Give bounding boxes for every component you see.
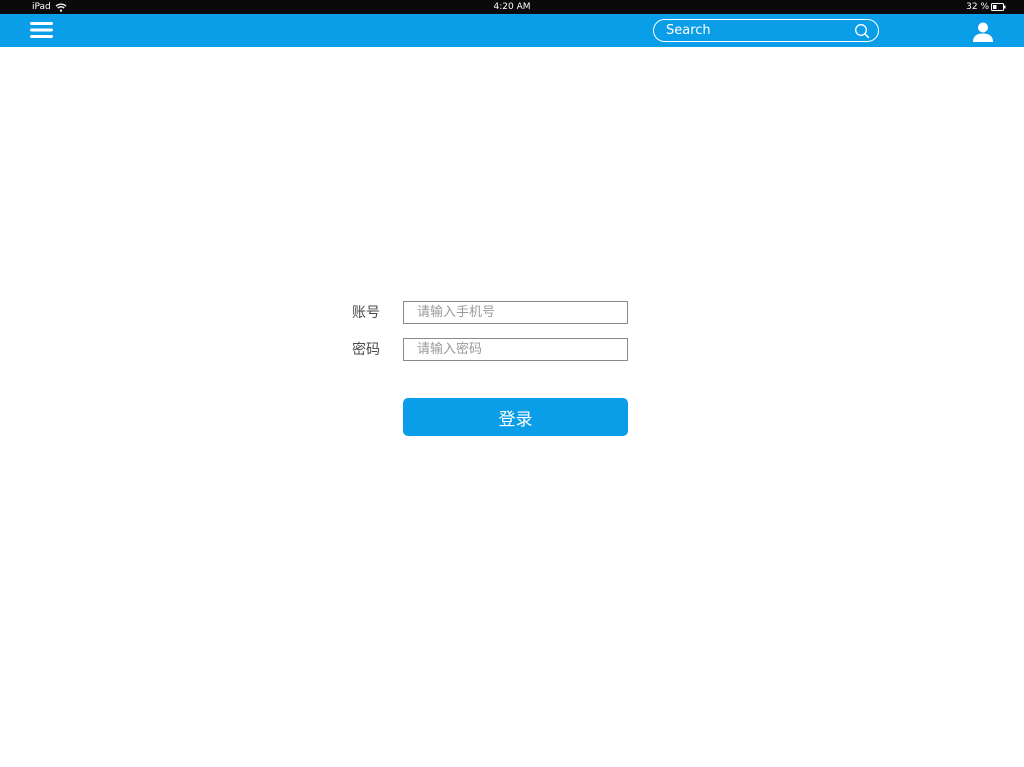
hamburger-menu-icon[interactable] — [30, 21, 53, 39]
password-label: 密码 — [352, 342, 380, 358]
battery-percentage: 32 % — [966, 2, 989, 12]
battery-icon — [991, 3, 1006, 11]
nav-bar — [0, 14, 1024, 47]
status-right: 32 % — [966, 0, 1006, 14]
account-input[interactable] — [403, 301, 628, 324]
password-input[interactable] — [403, 338, 628, 361]
account-row: 账号 — [0, 301, 1024, 325]
search-input[interactable] — [654, 20, 854, 41]
user-icon[interactable] — [972, 21, 994, 43]
password-row: 密码 — [0, 338, 1024, 362]
account-label: 账号 — [352, 305, 380, 321]
login-button[interactable]: 登录 — [403, 398, 628, 436]
status-bar: iPad 4:20 AM 32 % — [0, 0, 1024, 14]
status-time: 4:20 AM — [493, 2, 531, 12]
search-box — [653, 19, 879, 42]
search-icon[interactable] — [854, 23, 870, 39]
